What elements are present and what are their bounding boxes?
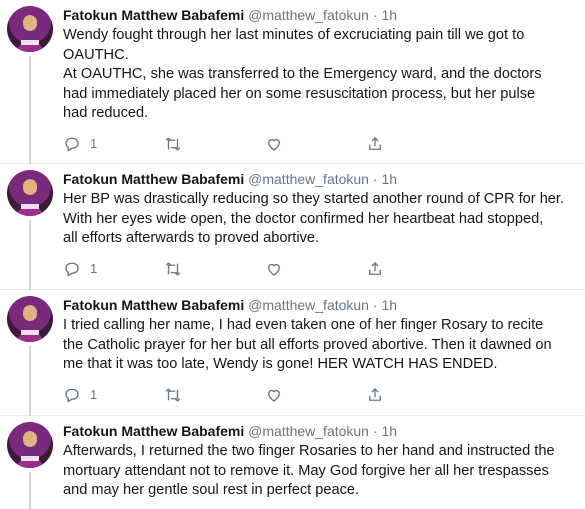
like-icon [268,138,280,151]
share-button[interactable] [366,135,467,153]
tweet-line: and may her gentle soul rest in perfect … [63,482,360,499]
retweet-icon [165,137,181,151]
share-icon [369,261,381,275]
like-button[interactable] [265,135,366,153]
tweet-text: I tried calling her name, I had even tak… [63,316,575,375]
reply-icon [65,388,79,403]
tweet-text: Her BP was drastically reducing so they … [63,190,575,249]
tweet-line: all efforts afterwards to proved abortiv… [63,230,320,247]
tweet-text: Wendy fought through her last minutes of… [63,26,575,124]
tweet-header: Fatokun Matthew Babafemi @matthew_fatoku… [63,296,575,315]
share-icon [369,137,381,150]
tweet-line: had immediately placed her on some resus… [63,85,536,102]
thread-connector [29,220,31,290]
reply-icon [65,137,79,152]
reply-icon [65,262,79,277]
tweet-line: had reduced. [63,105,149,122]
separator: · [372,7,378,23]
author-name[interactable]: Fatokun Matthew Babafemi [63,423,244,439]
author-name[interactable]: Fatokun Matthew Babafemi [63,7,244,23]
tweet-line: Wendy fought through her last minutes of… [63,27,525,43]
like-icon [268,389,280,402]
separator: · [372,297,378,313]
avatar[interactable] [7,6,53,52]
retweet-button[interactable] [164,386,265,404]
author-name[interactable]: Fatokun Matthew Babafemi [63,297,244,313]
tweet-line: With her eyes wide open, the doctor conf… [63,210,544,227]
reply-count: 1 [90,261,98,277]
tweet[interactable]: Fatokun Matthew Babafemi @matthew_fatoku… [0,416,585,509]
tweet[interactable]: Fatokun Matthew Babafemi @matthew_fatoku… [0,290,585,416]
timestamp[interactable]: 1h [381,171,397,187]
avatar[interactable] [7,296,53,342]
tweet-thread: Fatokun Matthew Babafemi @matthew_fatoku… [0,0,585,509]
author-handle[interactable]: @matthew_fatokun [248,7,369,23]
retweet-icon [165,262,181,276]
like-button[interactable] [265,386,366,404]
tweet-line: Afterwards, I returned the two finger Ro… [63,443,555,459]
separator: · [372,171,378,187]
share-button[interactable] [366,386,467,404]
reply-button[interactable]: 1 [63,386,164,404]
tweet-text: Afterwards, I returned the two finger Ro… [63,442,575,501]
tweet-line: I tried calling her name, I had even tak… [63,317,544,333]
reply-count: 1 [90,387,98,403]
thread-connector [29,472,31,509]
tweet-header: Fatokun Matthew Babafemi @matthew_fatoku… [63,422,575,441]
timestamp[interactable]: 1h [381,423,397,439]
share-icon [369,387,381,401]
reply-button[interactable]: 1 [63,135,164,153]
tweet-actions: 1 [63,126,575,162]
tweet-header: Fatokun Matthew Babafemi @matthew_fatoku… [63,6,575,25]
author-handle[interactable]: @matthew_fatokun [248,297,369,313]
avatar[interactable] [7,422,53,468]
retweet-button[interactable] [164,260,265,278]
retweet-button[interactable] [164,135,265,153]
tweet-line: OAUTHC. [63,46,129,63]
tweet[interactable]: Fatokun Matthew Babafemi @matthew_fatoku… [0,0,585,164]
tweet-line: me that it was too late, Wendy is gone! … [63,356,498,373]
tweet-actions: 1 [63,251,575,287]
share-button[interactable] [366,260,467,278]
tweet[interactable]: Fatokun Matthew Babafemi @matthew_fatoku… [0,164,585,290]
separator: · [372,423,378,439]
avatar[interactable] [7,170,53,216]
retweet-icon [165,388,181,402]
author-handle[interactable]: @matthew_fatokun [248,171,369,187]
thread-connector [29,56,31,164]
tweet-line: Her BP was drastically reducing so they … [63,191,565,207]
author-name[interactable]: Fatokun Matthew Babafemi [63,171,244,187]
author-handle[interactable]: @matthew_fatokun [248,423,369,439]
thread-connector [29,346,31,416]
timestamp[interactable]: 1h [381,297,397,313]
tweet-actions: 1 [63,377,575,413]
tweet-header: Fatokun Matthew Babafemi @matthew_fatoku… [63,170,575,189]
timestamp[interactable]: 1h [381,7,397,23]
like-icon [268,263,280,276]
tweet-line: mortuary attendant not to remove it. May… [63,462,549,479]
tweet-line: the Catholic prayer for her but all effo… [63,336,552,353]
reply-button[interactable]: 1 [63,260,164,278]
tweet-line: At OAUTHC, she was transferred to the Em… [63,66,542,83]
reply-count: 1 [90,136,98,152]
like-button[interactable] [265,260,366,278]
